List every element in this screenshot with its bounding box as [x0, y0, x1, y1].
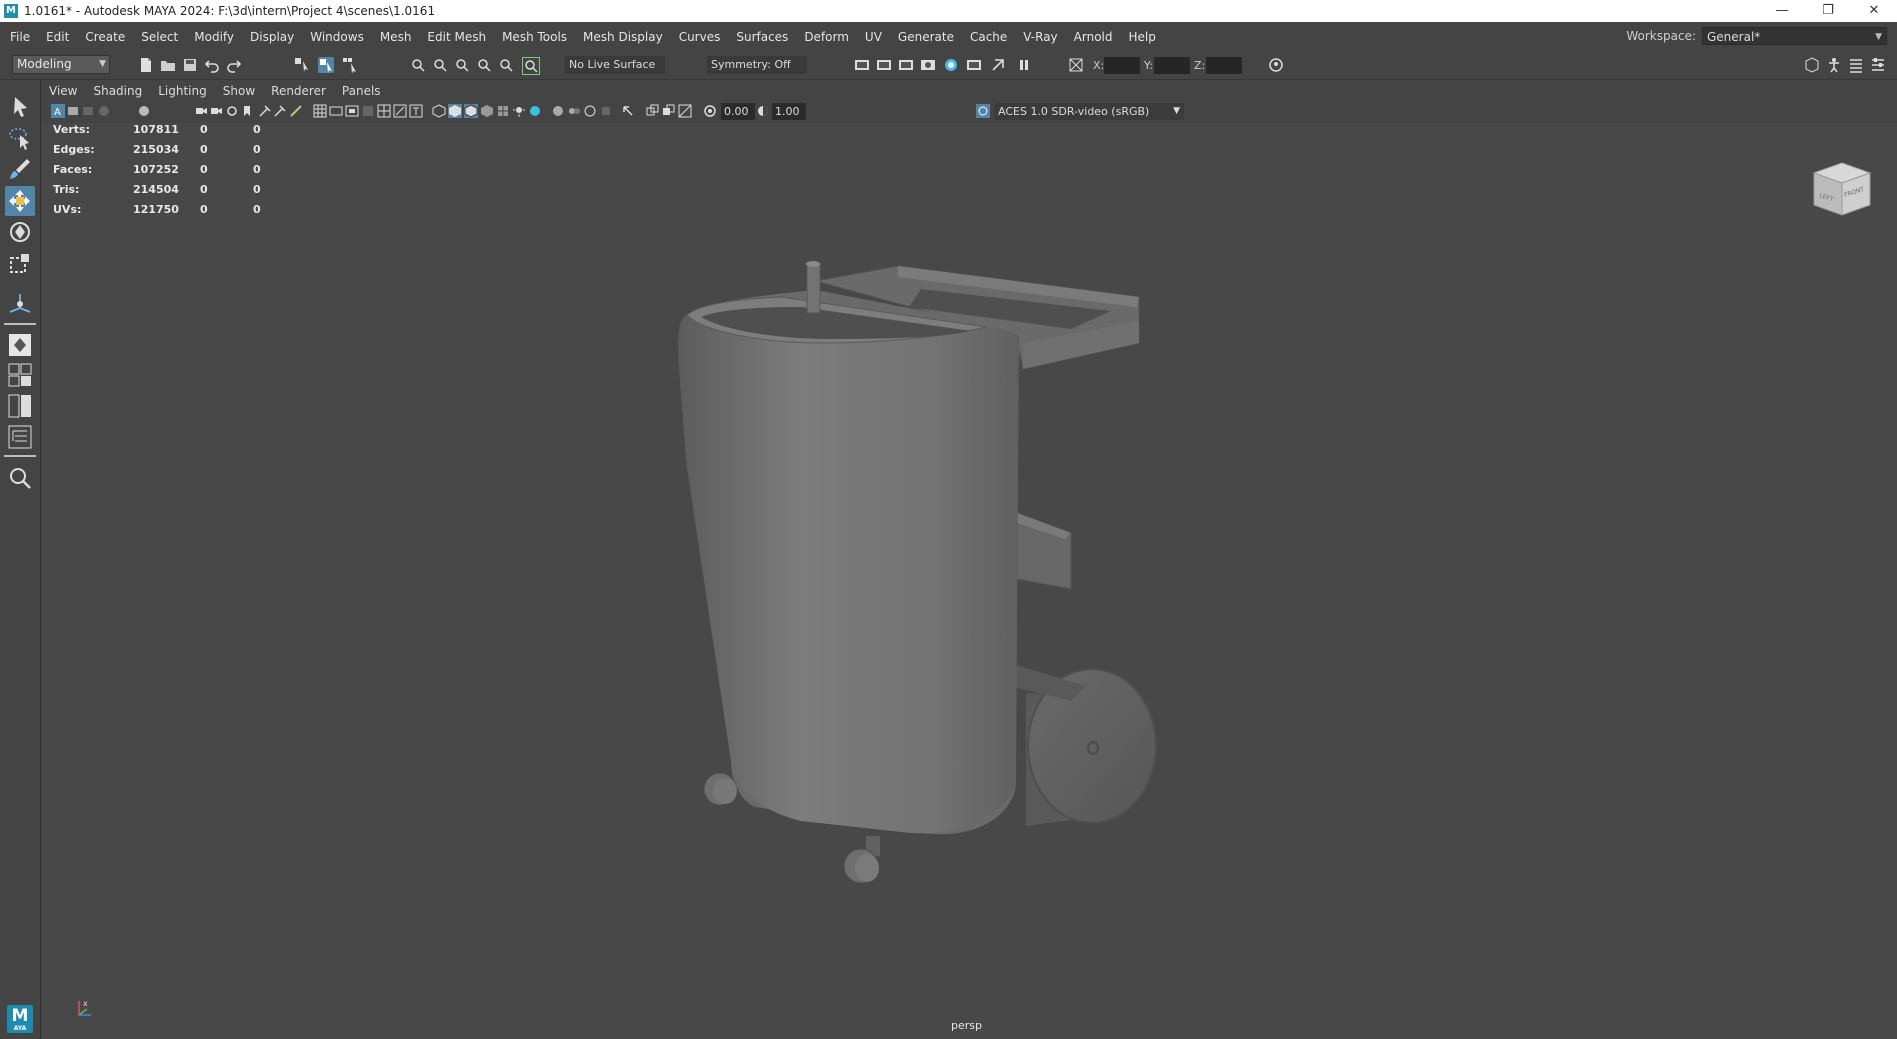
mode-value: Modeling: [17, 57, 72, 71]
menu-edit-mesh[interactable]: Edit Mesh: [419, 30, 494, 44]
maya-logo-letter: M: [11, 1006, 29, 1026]
menu-surfaces[interactable]: Surfaces: [728, 30, 796, 44]
arnold-render-view-icon[interactable]: [966, 57, 982, 73]
channel-box-icon[interactable]: [1848, 57, 1864, 73]
menu-curves[interactable]: Curves: [671, 30, 729, 44]
symmetry-dropdown[interactable]: Symmetry: Off: [707, 56, 807, 74]
menu-mesh-display[interactable]: Mesh Display: [575, 30, 671, 44]
snap-to-grid-icon[interactable]: [410, 57, 426, 73]
restore-button[interactable]: ❐: [1805, 0, 1851, 22]
maya-app-icon: M: [4, 4, 18, 18]
cart-body[interactable]: [678, 261, 1019, 835]
z-label: Z:: [1194, 59, 1206, 72]
maya-logo[interactable]: M AYA: [7, 1005, 33, 1033]
minimize-button[interactable]: —: [1759, 0, 1805, 22]
vray-render-icon[interactable]: [943, 57, 959, 73]
snap-to-curve-icon[interactable]: [432, 57, 448, 73]
chevron-down-icon: ▼: [99, 59, 106, 69]
paint-select-tool-icon[interactable]: [5, 154, 35, 184]
y-label: Y:: [1144, 59, 1153, 72]
redo-icon[interactable]: [226, 57, 242, 73]
svg-text:x: x: [83, 999, 88, 1008]
camera-name-label: persp: [951, 1019, 982, 1032]
side-pocket[interactable]: [1016, 512, 1072, 590]
ipr-render-icon[interactable]: [876, 57, 892, 73]
single-perspective-view-icon[interactable]: [5, 330, 35, 360]
transform-constraint-icon[interactable]: [1068, 57, 1084, 73]
select-tool-icon[interactable]: [5, 92, 35, 122]
menu-windows[interactable]: Windows: [302, 30, 372, 44]
workspace-select[interactable]: General* ▼: [1702, 27, 1887, 45]
menu-mesh-tools[interactable]: Mesh Tools: [494, 30, 575, 44]
rotate-tool-icon[interactable]: [5, 217, 35, 247]
render-settings-icon[interactable]: [898, 57, 914, 73]
make-live-icon[interactable]: [522, 57, 540, 75]
menu-file[interactable]: File: [2, 30, 38, 44]
select-by-component-icon[interactable]: [342, 57, 358, 73]
menu-generate[interactable]: Generate: [890, 30, 962, 44]
last-tool-used-icon[interactable]: [5, 289, 35, 319]
cart-model[interactable]: [41, 81, 1897, 1039]
menu-display[interactable]: Display: [242, 30, 302, 44]
undo-icon[interactable]: [204, 57, 220, 73]
render-current-frame-icon[interactable]: [854, 57, 870, 73]
snap-to-point-icon[interactable]: [454, 57, 470, 73]
character-controls-icon[interactable]: [1826, 57, 1842, 73]
menu-uv[interactable]: UV: [857, 30, 890, 44]
menu-arnold[interactable]: Arnold: [1066, 30, 1121, 44]
tool-settings-icon[interactable]: [1870, 57, 1886, 73]
toolbox-divider: [4, 323, 36, 325]
modeling-toolkit-icon[interactable]: [1804, 57, 1820, 73]
x-input[interactable]: [1104, 57, 1140, 74]
hypershade-icon[interactable]: [920, 57, 936, 73]
new-scene-icon[interactable]: [138, 57, 154, 73]
save-scene-icon[interactable]: [182, 57, 198, 73]
caster-left[interactable]: [703, 772, 737, 806]
axis-indicator-icon: x: [78, 999, 91, 1016]
mode-menu-set-dropdown[interactable]: Modeling ▼: [12, 55, 110, 74]
title-bar: M 1.0161* - Autodesk MAYA 2024: F:\3d\in…: [0, 0, 1897, 22]
menu-help[interactable]: Help: [1121, 30, 1164, 44]
window-title: 1.0161* - Autodesk MAYA 2024: F:\3d\inte…: [24, 4, 436, 18]
menu-mesh[interactable]: Mesh: [372, 30, 420, 44]
menu-deform[interactable]: Deform: [796, 30, 857, 44]
close-button[interactable]: ✕: [1851, 0, 1897, 22]
move-tool-icon[interactable]: [5, 186, 35, 216]
perspective-viewport[interactable]: View Shading Lighting Show Renderer Panels A: [41, 81, 1897, 1039]
pause-icon[interactable]: [1016, 57, 1032, 73]
menu-create[interactable]: Create: [77, 30, 133, 44]
two-view-icon[interactable]: [5, 391, 35, 421]
maya-logo-sub: AYA: [13, 1025, 27, 1032]
x-label: X:: [1093, 59, 1105, 72]
menu-edit[interactable]: Edit: [38, 30, 77, 44]
menu-modify[interactable]: Modify: [186, 30, 242, 44]
snap-to-view-plane-icon[interactable]: [498, 57, 514, 73]
workspace-label: Workspace:: [1626, 29, 1696, 43]
menu-select[interactable]: Select: [133, 30, 186, 44]
caster-front[interactable]: [843, 836, 880, 884]
main-menu-bar: File Edit Create Select Modify Display Windows…: [0, 22, 1897, 51]
sign-in-icon[interactable]: [1268, 57, 1284, 73]
status-line: Modeling ▼ No Live Surface Symmetry: Off…: [0, 51, 1897, 80]
lasso-tool-icon[interactable]: [5, 123, 35, 153]
z-input[interactable]: [1206, 57, 1242, 74]
select-by-object-icon[interactable]: [318, 57, 334, 73]
snap-to-projected-center-icon[interactable]: [476, 57, 492, 73]
four-view-icon[interactable]: [5, 360, 35, 390]
chevron-down-icon: ▼: [1875, 32, 1882, 42]
select-by-hierarchy-icon[interactable]: [294, 57, 310, 73]
render-sequence-icon[interactable]: [990, 57, 1006, 73]
view-cube[interactable]: LEFT FRONT: [1804, 151, 1874, 221]
outliner-layout-icon[interactable]: [5, 422, 35, 452]
toolbox-divider: [4, 455, 36, 457]
search-icon[interactable]: [5, 463, 35, 493]
open-scene-icon[interactable]: [160, 57, 176, 73]
menu-cache[interactable]: Cache: [962, 30, 1015, 44]
scale-tool-icon[interactable]: [5, 248, 35, 278]
live-surface-field[interactable]: No Live Surface: [565, 56, 665, 74]
workspace-value: General*: [1707, 30, 1761, 44]
toolbox: M AYA: [0, 80, 41, 1039]
menu-v-ray[interactable]: V-Ray: [1015, 30, 1065, 44]
y-input[interactable]: [1154, 57, 1190, 74]
